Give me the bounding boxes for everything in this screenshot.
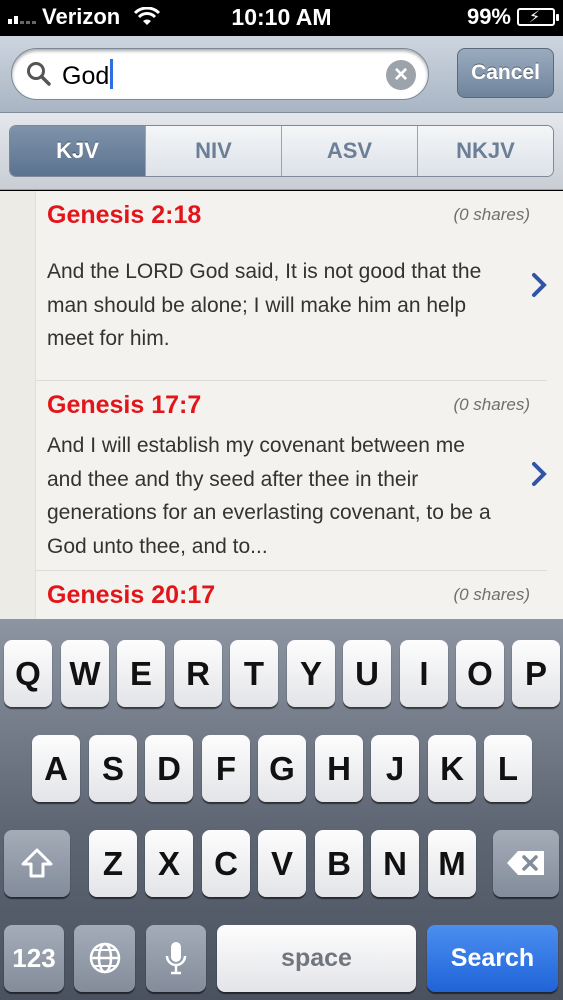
cancel-button[interactable]: Cancel (457, 48, 554, 98)
verse-text: And the LORD God said, It is not good th… (47, 260, 482, 350)
key-x[interactable]: X (145, 830, 193, 897)
tab-nkjv[interactable]: NKJV (417, 126, 553, 176)
key-v[interactable]: V (258, 830, 306, 897)
key-d[interactable]: D (145, 735, 193, 802)
tab-asv[interactable]: ASV (281, 126, 417, 176)
list-item[interactable]: Genesis 17:7 (0 shares) And I will estab… (36, 381, 547, 571)
chevron-right-icon (532, 462, 547, 486)
key-q[interactable]: Q (4, 640, 52, 707)
search-bar: God × Cancel (0, 36, 563, 113)
share-count: (0 shares) (453, 205, 530, 224)
key-c[interactable]: C (202, 830, 250, 897)
battery-icon: ⚡ (517, 8, 559, 26)
numbers-key[interactable]: 123 (4, 925, 64, 992)
translation-segmented-control: KJV NIV ASV NKJV (9, 125, 554, 177)
microphone-icon (165, 942, 187, 975)
verse-reference: Genesis 20:17 (47, 581, 216, 609)
key-l[interactable]: L (484, 735, 532, 802)
key-m[interactable]: M (428, 830, 476, 897)
tab-kjv[interactable]: KJV (10, 126, 145, 176)
status-bar: Verizon 10:10 AM 99% ⚡ (0, 0, 563, 36)
key-o[interactable]: O (456, 640, 504, 707)
key-b[interactable]: B (315, 830, 363, 897)
key-p[interactable]: P (512, 640, 560, 707)
key-h[interactable]: H (315, 735, 363, 802)
clear-icon[interactable]: × (386, 60, 416, 90)
search-value: God (62, 59, 114, 91)
key-f[interactable]: F (202, 735, 250, 802)
key-n[interactable]: N (371, 830, 419, 897)
key-g[interactable]: G (258, 735, 306, 802)
key-y[interactable]: Y (287, 640, 335, 707)
key-r[interactable]: R (174, 640, 222, 707)
list-item[interactable]: Genesis 2:18 (0 shares) And the LORD God… (36, 191, 547, 381)
shift-key[interactable] (4, 830, 70, 897)
battery-area: 99% ⚡ (466, 4, 559, 30)
backspace-icon (507, 851, 544, 875)
globe-icon (89, 942, 120, 974)
key-s[interactable]: S (89, 735, 137, 802)
chevron-right-icon (532, 273, 547, 297)
key-k[interactable]: K (428, 735, 476, 802)
key-e[interactable]: E (117, 640, 165, 707)
key-a[interactable]: A (32, 735, 80, 802)
search-input[interactable]: God × (11, 48, 429, 100)
globe-key[interactable] (74, 925, 135, 992)
keyboard: Q W E R T Y U I O P A S D F G H J K L Z … (0, 619, 563, 1000)
share-count: (0 shares) (453, 395, 530, 414)
microphone-key[interactable] (146, 925, 206, 992)
key-j[interactable]: J (371, 735, 419, 802)
backspace-key[interactable] (493, 830, 559, 897)
text-caret (110, 59, 114, 89)
verse-reference: Genesis 17:7 (47, 391, 202, 419)
magnifier-icon (27, 62, 51, 86)
space-key[interactable]: space (217, 925, 416, 992)
key-w[interactable]: W (61, 640, 109, 707)
tab-niv[interactable]: NIV (145, 126, 281, 176)
share-count: (0 shares) (453, 585, 530, 604)
verse-reference: Genesis 2:18 (47, 201, 202, 229)
key-z[interactable]: Z (89, 830, 137, 897)
verse-text: And I will establish my covenant between… (47, 434, 491, 558)
shift-icon (21, 848, 53, 878)
list-item[interactable]: Genesis 20:17 (0 shares) (36, 571, 547, 619)
battery-percent: 99% (466, 4, 511, 29)
search-key[interactable]: Search (427, 925, 558, 992)
key-u[interactable]: U (343, 640, 391, 707)
key-i[interactable]: I (400, 640, 448, 707)
key-t[interactable]: T (230, 640, 278, 707)
list-gutter (0, 191, 36, 619)
results-list: Genesis 2:18 (0 shares) And the LORD God… (0, 191, 563, 619)
translation-bar: KJV NIV ASV NKJV (0, 113, 563, 190)
